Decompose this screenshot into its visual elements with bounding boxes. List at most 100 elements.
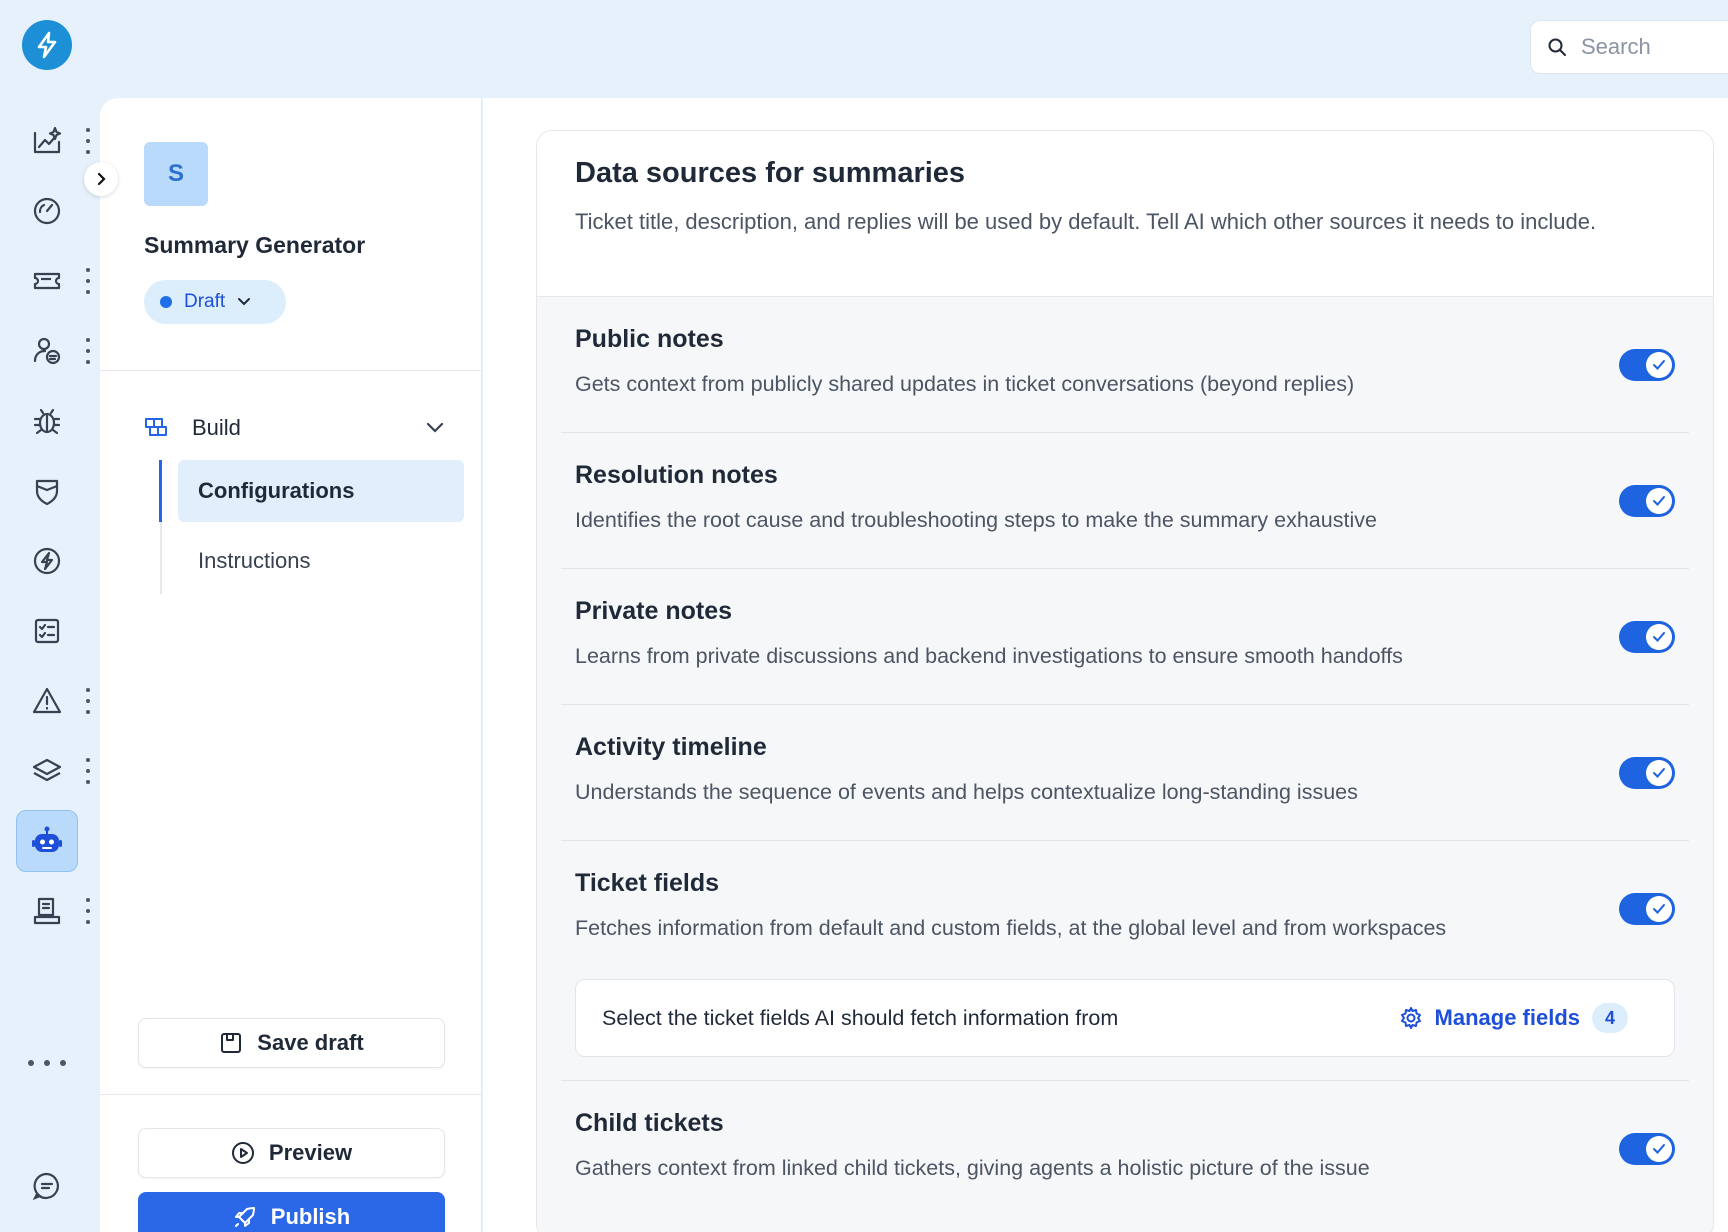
- source-title: Public notes: [575, 325, 724, 353]
- search-icon: [1548, 38, 1566, 56]
- rail-alerts[interactable]: [16, 670, 78, 732]
- source-row-ticket-fields: Ticket fields Fetches information from d…: [561, 841, 1689, 1081]
- source-description: Understands the sequence of events and h…: [575, 780, 1358, 804]
- chevron-down-icon: [426, 422, 444, 433]
- expand-sidebar-button[interactable]: [84, 162, 118, 196]
- ticket-fields-toggle[interactable]: [1619, 893, 1675, 925]
- rail-knowledge[interactable]: [16, 880, 78, 942]
- source-description: Learns from private discussions and back…: [575, 644, 1403, 668]
- agent-name: Summary Generator: [144, 232, 366, 258]
- source-description: Gathers context from linked child ticket…: [575, 1156, 1370, 1180]
- ticket-icon: [33, 272, 61, 290]
- child-tickets-toggle[interactable]: [1619, 1133, 1675, 1165]
- check-icon: [1653, 1144, 1665, 1154]
- checklist-icon: [34, 618, 60, 644]
- contacts-icon: [33, 337, 61, 365]
- rail-security[interactable]: [16, 460, 78, 522]
- card-header: Data sources for summaries Ticket title,…: [537, 131, 1713, 297]
- play-circle-icon: [231, 1142, 254, 1164]
- manage-fields-button[interactable]: Manage fields 4: [1399, 1003, 1628, 1033]
- rail-tickets[interactable]: [16, 250, 78, 312]
- publish-button[interactable]: Publish: [138, 1192, 445, 1232]
- app-logo[interactable]: [22, 20, 72, 70]
- rail-ai-agents[interactable]: [16, 810, 78, 872]
- rail-bugs[interactable]: [16, 390, 78, 452]
- source-row-child-tickets: Child tickets Gathers context from linke…: [561, 1081, 1689, 1217]
- rail-chat[interactable]: [16, 1155, 78, 1217]
- nav-item-configurations[interactable]: Configurations: [178, 460, 464, 522]
- page-title: Data sources for summaries: [575, 157, 966, 189]
- chevron-right-icon: [97, 172, 106, 186]
- check-icon: [1653, 904, 1665, 914]
- resolution-notes-toggle[interactable]: [1619, 485, 1675, 517]
- preview-button[interactable]: Preview: [138, 1128, 445, 1178]
- bolt-circle-icon: [33, 547, 61, 575]
- source-title: Resolution notes: [575, 461, 778, 489]
- check-icon: [1653, 496, 1665, 506]
- source-description: Fetches information from default and cus…: [575, 916, 1447, 940]
- search-placeholder: Search: [1581, 34, 1651, 59]
- bot-icon: [32, 826, 62, 852]
- private-notes-toggle[interactable]: [1619, 621, 1675, 653]
- rail-analytics[interactable]: [16, 110, 78, 172]
- gear-icon: [1400, 1007, 1421, 1029]
- rocket-icon: [234, 1207, 255, 1227]
- rail-layers[interactable]: [16, 740, 78, 802]
- search-input[interactable]: Search: [1530, 20, 1728, 74]
- main-content: Data sources for summaries Ticket title,…: [483, 98, 1728, 1232]
- source-row-resolution-notes: Resolution notes Identifies the root cau…: [561, 433, 1689, 569]
- source-title: Child tickets: [575, 1109, 724, 1137]
- source-row-private-notes: Private notes Learns from private discus…: [561, 569, 1689, 705]
- source-title: Activity timeline: [575, 733, 767, 761]
- chevron-down-icon: [238, 298, 251, 306]
- rail-tasks[interactable]: [16, 600, 78, 662]
- rail-knowledge-menu[interactable]: [84, 898, 92, 924]
- status-dropdown[interactable]: Draft: [144, 280, 286, 324]
- ticket-fields-selector: Select the ticket fields AI should fetch…: [575, 979, 1675, 1057]
- divider: [100, 1094, 481, 1095]
- check-icon: [1653, 632, 1665, 642]
- layers-icon: [32, 758, 62, 782]
- save-draft-button[interactable]: Save draft: [138, 1018, 445, 1068]
- nav-section-label: Build: [192, 415, 241, 440]
- nav-section-build[interactable]: Build: [144, 410, 444, 446]
- rail-contacts[interactable]: [16, 320, 78, 382]
- data-sources-card: Data sources for summaries Ticket title,…: [536, 130, 1714, 1232]
- rail-contacts-menu[interactable]: [84, 338, 92, 364]
- warning-icon: [32, 687, 62, 714]
- shield-icon: [35, 479, 59, 506]
- bolt-logo-icon: [37, 31, 57, 59]
- rail-dashboard[interactable]: [16, 180, 78, 242]
- agent-avatar: S: [144, 142, 208, 206]
- source-title: Private notes: [575, 597, 733, 625]
- dashboard-gauge-icon: [33, 197, 61, 225]
- app-root: Search S Summary Generator Draft Build C…: [0, 0, 1728, 1232]
- rail-automations[interactable]: [16, 530, 78, 592]
- check-icon: [1653, 360, 1665, 370]
- rail-tickets-menu[interactable]: [84, 268, 92, 294]
- agent-sidebar: S Summary Generator Draft Build Configur…: [100, 98, 482, 1232]
- activity-timeline-toggle[interactable]: [1619, 757, 1675, 789]
- rail-layers-menu[interactable]: [84, 758, 92, 784]
- status-label: Draft: [184, 291, 226, 312]
- build-blocks-icon: [145, 418, 167, 436]
- fields-count-badge: 4: [1592, 1003, 1628, 1033]
- more-icon[interactable]: [28, 1056, 66, 1070]
- divider: [100, 370, 481, 371]
- nav-item-instructions[interactable]: Instructions: [178, 530, 464, 592]
- source-description: Identifies the root cause and troublesho…: [575, 508, 1377, 532]
- rail-analytics-menu[interactable]: [84, 128, 92, 154]
- chat-icon: [32, 1172, 59, 1201]
- analytics-sparkle-icon: [33, 126, 62, 154]
- save-draft-label: Save draft: [257, 1030, 364, 1055]
- preview-label: Preview: [268, 1140, 353, 1165]
- save-icon: [221, 1033, 242, 1053]
- rail-alerts-menu[interactable]: [84, 688, 92, 714]
- page-description: Ticket title, description, and replies w…: [575, 209, 1597, 234]
- public-notes-toggle[interactable]: [1619, 349, 1675, 381]
- knowledge-icon: [33, 897, 61, 925]
- source-title: Ticket fields: [575, 869, 720, 897]
- nav-active-indicator: [159, 460, 162, 522]
- publish-label: Publish: [270, 1204, 351, 1229]
- bug-icon: [33, 408, 61, 435]
